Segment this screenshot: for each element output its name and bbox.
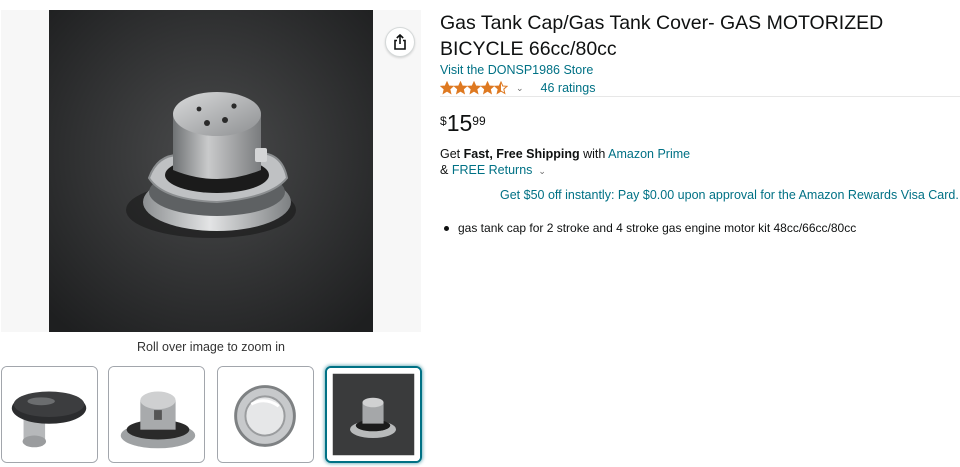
zoom-hint: Roll over image to zoom in	[137, 340, 285, 354]
price-whole: 15	[446, 110, 473, 136]
feature-bullets: gas tank cap for 2 stroke and 4 stroke g…	[440, 221, 950, 235]
bullet-text: gas tank cap for 2 stroke and 4 stroke g…	[458, 221, 857, 235]
shipping-middle: with	[579, 147, 609, 161]
product-title: Gas Tank Cap/Gas Tank Cover- GAS MOTORIZ…	[440, 12, 884, 60]
chevron-down-icon[interactable]: ⌄	[538, 166, 546, 176]
shipping-bold: Fast, Free Shipping	[463, 147, 580, 161]
amazon-prime-link[interactable]: Amazon Prime	[608, 147, 690, 161]
thumbnail-image	[109, 367, 204, 462]
main-product-image[interactable]	[49, 10, 373, 332]
rating-row: ⌄ 46 ratings	[440, 80, 595, 96]
thumbnail-1[interactable]	[1, 366, 98, 463]
bullet-dot	[444, 226, 449, 231]
shipping-prefix: Get	[440, 147, 464, 161]
thumbnail-2[interactable]	[108, 366, 205, 463]
ratings-count-link[interactable]: 46 ratings	[541, 81, 596, 95]
chevron-down-icon[interactable]: ⌄	[516, 83, 524, 94]
returns-prefix: &	[440, 163, 452, 177]
thumbnail-4-selected[interactable]	[325, 366, 422, 463]
store-link[interactable]: Visit the DONSP1986 Store	[440, 63, 593, 77]
share-icon	[394, 34, 406, 50]
list-item: gas tank cap for 2 stroke and 4 stroke g…	[440, 221, 950, 235]
star-rating[interactable]	[440, 81, 508, 95]
thumbnail-image	[218, 367, 313, 462]
price: $ 15 99	[440, 110, 486, 136]
gas-cap-photo	[49, 10, 373, 332]
share-button[interactable]	[385, 27, 415, 57]
star-rating-icon	[440, 81, 508, 95]
returns-info: & FREE Returns ⌄	[440, 163, 546, 177]
shipping-info: Get Fast, Free Shipping with Amazon Prim…	[440, 147, 690, 161]
free-returns-link[interactable]: FREE Returns	[452, 163, 533, 177]
price-symbol: $	[440, 114, 447, 128]
thumbnail-image	[2, 367, 97, 462]
main-image-container[interactable]	[1, 10, 421, 332]
thumbnail-image	[327, 368, 420, 461]
price-fraction: 99	[472, 114, 486, 128]
thumbnail-3[interactable]	[217, 366, 314, 463]
visa-promo-link[interactable]: Get $50 off instantly: Pay $0.00 upon ap…	[500, 188, 959, 202]
divider	[440, 96, 960, 97]
